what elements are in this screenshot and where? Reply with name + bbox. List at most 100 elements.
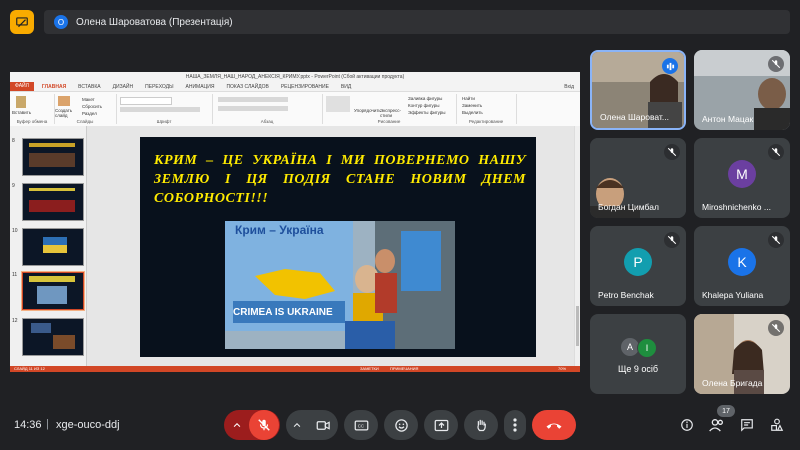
more-options-button[interactable] — [504, 410, 526, 440]
reactions-button[interactable] — [384, 410, 418, 440]
ribbon-label-drawing: Рисование — [377, 119, 401, 124]
mic-control-group — [224, 410, 280, 440]
ribbon-label-slides: Слайды — [76, 119, 94, 124]
ribbon-shape-effects: Эффекты фигуры — [408, 110, 446, 115]
ppt-tab-file: ФАЙЛ — [10, 82, 34, 91]
participant-tile[interactable]: Богдан Цимбал — [590, 138, 686, 218]
mic-options-button[interactable] — [225, 410, 249, 440]
mic-off-icon — [667, 235, 677, 245]
mic-off-icon — [771, 59, 781, 69]
presenter-avatar: О — [54, 15, 68, 29]
ppt-status-bar: СЛАЙД 11 ИЗ 12 ЗАМЕТКИ ПРИМЕЧАНИЯ 70% — [10, 366, 580, 372]
ppt-user: Вхід — [564, 83, 574, 90]
mic-off-icon — [771, 147, 781, 157]
info-icon — [681, 419, 693, 431]
ppt-tab-slideshow: ПОКАЗ СЛАЙДОВ — [226, 83, 269, 90]
participant-name: Miroshnichenko ... — [702, 202, 771, 212]
ribbon-label-clipboard: Буфер обмена — [16, 119, 48, 124]
emoji-icon — [394, 418, 408, 432]
ppt-tab-animation: АНИМАЦИЯ — [185, 83, 215, 90]
presenter-bar[interactable]: О Олена Шароватова (Презентація) — [44, 10, 790, 34]
ribbon-arrange: Упорядочить — [354, 108, 381, 113]
ribbon-section: Раздел — [82, 111, 97, 116]
ribbon-layout: Макет — [82, 97, 95, 102]
ribbon-shape-outline: Контур фигуры — [408, 103, 440, 108]
paragraph-buttons — [218, 97, 288, 102]
status-comments: ПРИМЕЧАНИЯ — [390, 366, 419, 371]
ribbon-group-clipboard: Вставить Буфер обмена — [10, 94, 55, 124]
slide-thumbnail-selected: 11 — [10, 272, 86, 312]
leave-call-button[interactable] — [532, 410, 576, 440]
presentation-indicator-button[interactable] — [10, 10, 34, 34]
chevron-up-icon — [293, 423, 301, 428]
ppt-ribbon-tabs: ФАЙЛ ГЛАВНАЯ ВСТАВКА ДИЗАЙН ПЕРЕХОДЫ АНИ… — [10, 82, 580, 92]
mic-toggle-button[interactable] — [249, 410, 279, 440]
participant-tile[interactable]: M Miroshnichenko ... — [694, 138, 790, 218]
ribbon-label-paragraph: Абзац — [260, 119, 274, 124]
chevron-up-icon — [233, 423, 241, 428]
camera-control-group — [286, 410, 338, 440]
thumb-image — [22, 183, 84, 221]
captions-icon: CC — [354, 420, 368, 430]
camera-icon — [316, 420, 330, 430]
slide-heading: КРИМ – ЦЕ УКРАЇНА І МИ ПОВЕРНЕМО НАШУ ЗЕ… — [154, 153, 526, 206]
ribbon-find: Найти — [462, 96, 475, 101]
ribbon-group-slides: Создать слайд Макет Сбросить Раздел Слай… — [54, 94, 117, 124]
ppt-tab-insert: ВСТАВКА — [78, 83, 101, 90]
status-notes: ЗАМЕТКИ — [360, 366, 379, 371]
current-slide: КРИМ – ЦЕ УКРАЇНА І МИ ПОВЕРНЕМО НАШУ ЗЕ… — [140, 137, 536, 357]
mic-off-indicator — [664, 144, 680, 160]
ribbon-reset: Сбросить — [82, 104, 103, 109]
activities-button[interactable] — [766, 414, 788, 436]
paste-icon — [16, 96, 26, 108]
ppt-scrollbar-thumb — [576, 306, 579, 346]
activities-icon — [771, 418, 784, 431]
mic-off-indicator — [768, 320, 784, 336]
new-slide-icon — [58, 96, 70, 106]
ribbon-group-paragraph: Абзац — [212, 94, 323, 124]
people-button[interactable]: 17 — [706, 405, 735, 436]
ribbon-paste: Вставить — [12, 110, 32, 115]
mic-off-icon — [667, 147, 677, 157]
mic-off-indicator — [768, 56, 784, 72]
thumb-image — [22, 138, 84, 176]
mic-off-indicator — [664, 232, 680, 248]
participant-tile[interactable]: Антон Мацак — [694, 50, 790, 130]
participant-tile[interactable]: Олена Бригада — [694, 314, 790, 394]
thumb-number: 11 — [12, 272, 18, 278]
people-count-badge: 17 — [717, 405, 735, 417]
others-tile[interactable]: A I Ще 9 осіб — [590, 314, 686, 394]
presenter-title: Олена Шароватова (Презентація) — [76, 16, 233, 28]
present-now-button[interactable] — [424, 410, 458, 440]
ppt-ribbon: Вставить Буфер обмена Создать слайд Маке… — [10, 92, 580, 127]
meeting-code: xge-ouco-ddj — [56, 419, 120, 431]
ppt-tab-home: ГЛАВНАЯ — [41, 83, 67, 90]
participant-avatar: P — [624, 248, 652, 276]
ppt-scrollbar — [574, 126, 580, 366]
chat-button[interactable] — [736, 414, 758, 436]
camera-toggle-button[interactable] — [308, 410, 338, 440]
mic-off-indicator — [768, 144, 784, 160]
font-name-box — [120, 97, 172, 105]
meeting-details-button[interactable] — [676, 414, 698, 436]
font-format-buttons — [120, 107, 200, 112]
camera-options-button[interactable] — [286, 410, 308, 440]
ppt-window-title: НАША_ЗЕМЛЯ_НАШ_НАРОД_АНЕКСІЯ_КРИМУ.pptx … — [10, 72, 580, 82]
captions-button[interactable]: CC — [344, 410, 378, 440]
ribbon-shape-fill: Заливка фигуры — [408, 96, 443, 101]
others-avatar: I — [637, 338, 657, 358]
ribbon-label-font: Шрифт — [156, 119, 172, 124]
participant-tile[interactable]: P Petro Benchak — [590, 226, 686, 306]
ppt-tab-review: РЕЦЕНЗИРОВАНИЕ — [280, 83, 329, 90]
ribbon-replace: Заменить — [462, 103, 483, 108]
participant-tile-speaking[interactable]: Олена Шароват... — [590, 50, 686, 130]
status-zoom: 70% — [558, 366, 567, 371]
people-icon — [709, 419, 723, 432]
speaking-indicator — [662, 58, 678, 74]
participant-tile[interactable]: K Khalepa Yuliana — [694, 226, 790, 306]
participant-name: Олена Бригада — [702, 378, 763, 388]
others-label: Ще 9 осіб — [617, 364, 659, 374]
raise-hand-button[interactable] — [464, 410, 498, 440]
clock: 14:36 — [14, 419, 42, 431]
status-slide-count: СЛАЙД 11 ИЗ 12 — [14, 366, 45, 371]
